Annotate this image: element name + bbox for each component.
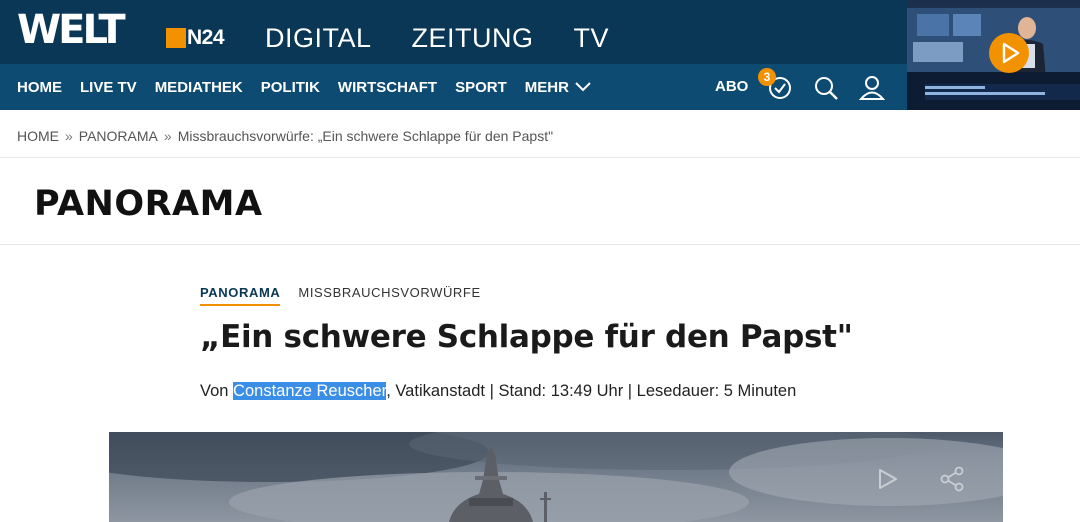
byline-meta: , Vatikanstadt | Stand: 13:49 Uhr | Lese… — [386, 382, 797, 400]
chevron-down-icon — [575, 82, 591, 92]
breadcrumb-current: Missbrauchsvorwürfe: „Ein schwere Schlap… — [177, 128, 554, 144]
search-button[interactable] — [810, 72, 842, 104]
n24-logo[interactable]: N24 — [166, 26, 225, 49]
share-icon — [940, 466, 964, 492]
breadcrumb: HOME » PANORAMA » Missbrauchsvorwürfe: „… — [17, 128, 553, 144]
byline-prefix: Von — [200, 382, 234, 400]
article-byline: Von Constanze Reuscher, Vatikanstadt | S… — [200, 381, 796, 401]
search-icon — [815, 77, 838, 100]
nav-item-wirtschaft[interactable]: WIRTSCHAFT — [338, 79, 437, 96]
top-link-zeitung[interactable]: ZEITUNG — [412, 22, 534, 54]
main-nav: HOME LIVE TV MEDIATHEK POLITIK WIRTSCHAF… — [0, 64, 907, 110]
n24-logo-box — [166, 28, 186, 48]
article-section-link[interactable]: PANORAMA — [200, 285, 281, 306]
share-button[interactable] — [937, 464, 967, 494]
video-play-button[interactable] — [871, 464, 901, 494]
breadcrumb-divider — [0, 157, 1080, 158]
nav-item-mehr-label: MEHR — [524, 78, 569, 96]
top-links: DIGITAL ZEITUNG TV — [265, 22, 609, 54]
user-icon — [858, 76, 886, 100]
watchlist-button[interactable]: 3 — [758, 68, 796, 104]
play-button[interactable] — [989, 33, 1029, 73]
nav-item-home[interactable]: HOME — [17, 79, 62, 96]
account-button[interactable] — [856, 72, 888, 104]
nav-item-live-tv[interactable]: LIVE TV — [80, 79, 137, 96]
author-link[interactable]: Constanze Reuscher — [233, 382, 387, 400]
site-header: WELT N24 DIGITAL ZEITUNG TV HOME LIVE TV… — [0, 0, 1080, 110]
play-icon — [1002, 42, 1020, 64]
nav-item-mediathek[interactable]: MEDIATHEK — [155, 79, 243, 96]
article-kicker-row: PANORAMA MISSBRAUCHSVORWÜRFE — [200, 285, 481, 306]
breadcrumb-home[interactable]: HOME — [17, 128, 59, 144]
nav-items: HOME LIVE TV MEDIATHEK POLITIK WIRTSCHAF… — [17, 64, 591, 110]
breadcrumb-panorama[interactable]: PANORAMA — [79, 128, 158, 144]
watchlist-count-badge: 3 — [758, 68, 776, 86]
n24-logo-text: N24 — [187, 26, 225, 49]
top-link-tv[interactable]: TV — [574, 22, 610, 54]
nav-item-mehr[interactable]: MEHR — [525, 79, 591, 96]
welt-logo[interactable]: WELT — [17, 8, 126, 52]
abo-link[interactable]: ABO — [715, 78, 748, 95]
top-bar: WELT N24 DIGITAL ZEITUNG TV — [0, 0, 907, 64]
hero-image — [109, 432, 1003, 522]
section-divider — [0, 244, 1080, 245]
breadcrumb-separator-icon: » — [163, 128, 172, 144]
live-video-thumbnail[interactable] — [907, 0, 1080, 110]
nav-item-sport[interactable]: SPORT — [455, 79, 507, 96]
article-topic-link[interactable]: MISSBRAUCHSVORWÜRFE — [298, 285, 480, 306]
section-title: PANORAMA — [34, 184, 263, 224]
article-headline: „Ein schwere Schlappe für den Papst" — [200, 319, 853, 355]
top-link-digital[interactable]: DIGITAL — [265, 22, 372, 54]
hero-photo — [109, 432, 1003, 522]
breadcrumb-separator-icon: » — [65, 128, 73, 144]
nav-item-politik[interactable]: POLITIK — [261, 79, 320, 96]
play-icon — [879, 469, 897, 489]
